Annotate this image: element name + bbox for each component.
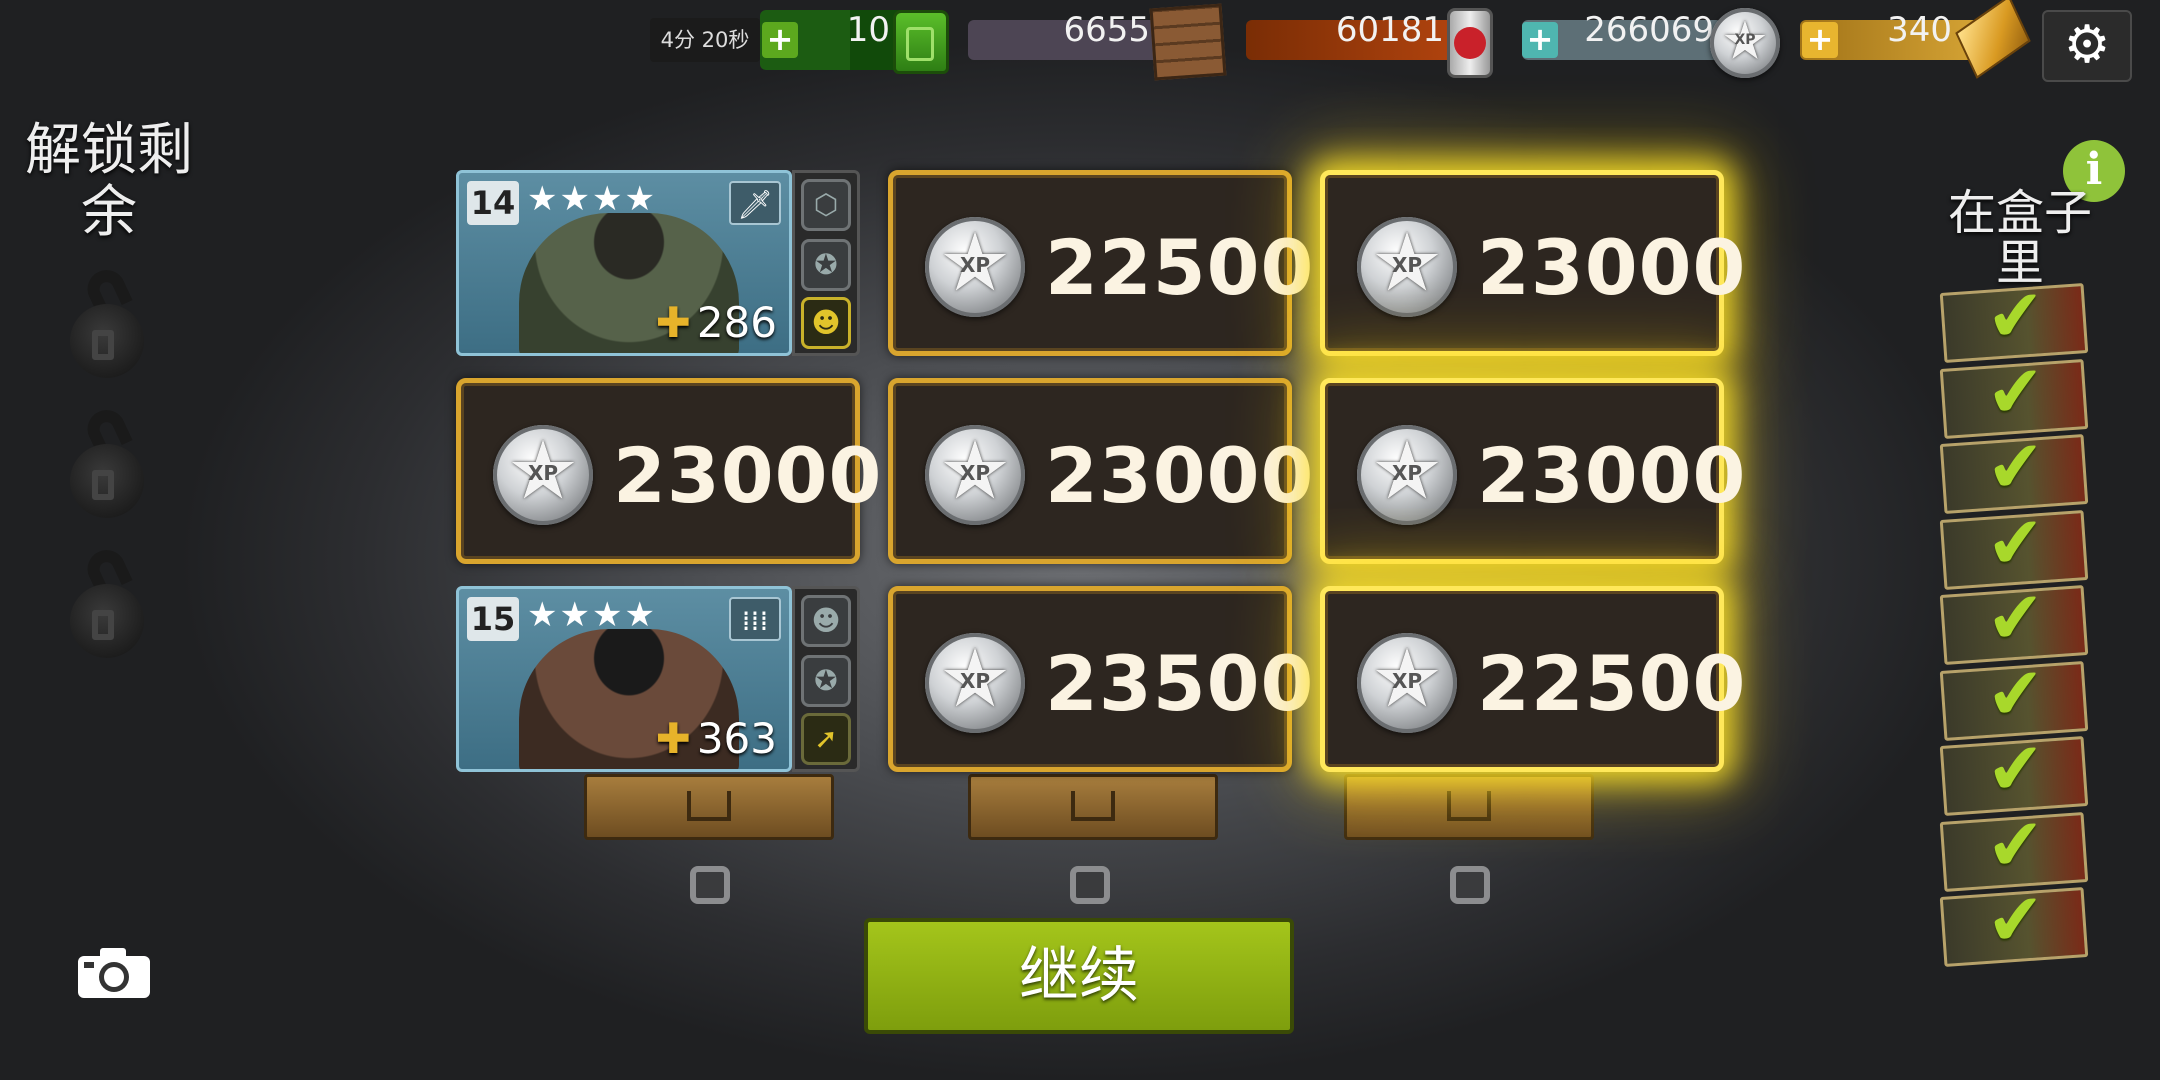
mask-slot-icon: ☻ [801,595,851,647]
item-stars: ★★★★ [527,179,657,219]
timer-label: 4分 20秒 [650,18,760,62]
in-box-title: 在盒子里 [1947,185,2092,291]
chest-column-2 [968,774,1218,840]
continue-button[interactable]: 继续 [864,918,1294,1034]
item-power: ✚ 286 [655,298,777,347]
upgrade-arrow-icon: ➚ [801,713,851,765]
xp-amount: 23000 [1477,223,1747,312]
checkmark-icon: ✔ [1983,574,2048,661]
xp-reward-card-selected[interactable]: ★ XP 23000 [1320,170,1745,356]
item-stars: ★★★★ [527,595,657,635]
item-level: 15 [467,597,519,641]
item-portrait: 15 ★★★★ ⁞⁞⁞ ✚ 363 [456,586,792,772]
item-portrait: 14 ★★★★ 🗡 ✚ 286 [456,170,792,356]
xp-medal-icon: ★ XP [925,216,1025,317]
xp-medal-icon: ★ XP [493,424,593,525]
jerry-can-icon [893,10,949,74]
plus-cross-icon: ✚ [655,298,691,347]
xp-medal-icon: ★ XP [1357,632,1457,733]
hook-icon [1450,866,1490,904]
plus-cross-icon: ✚ [655,714,691,763]
xp-amount: 23500 [1045,639,1315,728]
hook-icon [1070,866,1110,904]
fuel-plus-button[interactable]: + [762,22,798,58]
fuel-value: 10 [846,10,890,50]
crate-icon [1149,3,1227,81]
camera-button[interactable] [76,946,152,1000]
lock-icon [70,403,144,520]
xp-amount: 22500 [1045,223,1315,312]
xp-reward-card-selected[interactable]: ★ XP 22500 [1320,586,1745,772]
lock-icon [70,543,144,660]
camera-icon [78,948,150,998]
xp-medal-icon: ★ XP [1710,8,1780,78]
gold-plus-button[interactable]: + [1802,22,1838,58]
checkmark-icon: ✔ [1983,650,2048,737]
xp-reward-card[interactable]: ★ XP 22500 [888,170,1313,356]
checkmark-icon: ✔ [1983,272,2048,359]
unlock-remaining-title: 解锁剩余 [25,118,193,245]
xp-value: 266069 [1584,10,1714,50]
badge-slot-icon: ✪ [801,655,851,707]
xp-amount: 23000 [1045,431,1315,520]
food-value: 60181 [1335,10,1444,50]
item-level: 14 [467,181,519,225]
xp-medal-icon: ★ XP [925,632,1025,733]
gold-value: 340 [1887,10,1952,50]
xp-medal-icon: ★ XP [1357,424,1457,525]
reward-item-jacket-2[interactable]: 15 ★★★★ ⁞⁞⁞ ✚ 363 ☻ ✪ ➚ [456,586,860,772]
knife-icon: 🗡 [729,181,781,225]
xp-reward-card[interactable]: ★ XP 23500 [888,586,1313,772]
hook-icon [690,866,730,904]
checkmark-icon: ✔ [1983,876,2048,963]
xp-amount: 22500 [1477,639,1747,728]
xp-amount: 23000 [1477,431,1747,520]
ammo-icon: ⁞⁞⁞ [729,597,781,641]
reward-item-jacket-1[interactable]: 14 ★★★★ 🗡 ✚ 286 ⬡ ✪ ☻ [456,170,860,356]
xp-medal-icon: ★ XP [925,424,1025,525]
xp-amount: 23000 [613,431,883,520]
xp-reward-card-selected[interactable]: ★ XP 23000 [1320,378,1745,564]
lock-icon [70,263,144,380]
checkmark-icon: ✔ [1983,348,2048,435]
settings-button[interactable]: ⚙ [2042,10,2132,82]
xp-reward-card[interactable]: ★ XP 23000 [888,378,1313,564]
item-slot-column: ⬡ ✪ ☻ [792,170,860,356]
checkmark-icon: ✔ [1983,725,2048,812]
xp-reward-card[interactable]: ★ XP 23000 [456,378,881,564]
item-power: ✚ 363 [655,714,777,763]
in-box-ticket: ✔ [1939,877,2089,967]
gear-icon: ⚙ [2063,15,2111,75]
supplies-value: 6655 [1063,10,1150,50]
chest-column-1 [584,774,834,840]
badge-slot-icon: ✪ [801,239,851,291]
xp-medal-icon: ★ XP [1357,216,1457,317]
checkmark-icon: ✔ [1983,423,2048,510]
gold-bar-icon [1955,0,2031,79]
checkmark-icon: ✔ [1983,801,2048,888]
item-slot-column: ☻ ✪ ➚ [792,586,860,772]
mask-slot-icon: ☻ [801,297,851,349]
checkmark-icon: ✔ [1983,499,2048,586]
xp-plus-button[interactable]: + [1522,22,1558,58]
food-can-icon [1447,8,1493,78]
shield-slot-icon: ⬡ [801,179,851,231]
chest-column-3 [1344,774,1594,840]
